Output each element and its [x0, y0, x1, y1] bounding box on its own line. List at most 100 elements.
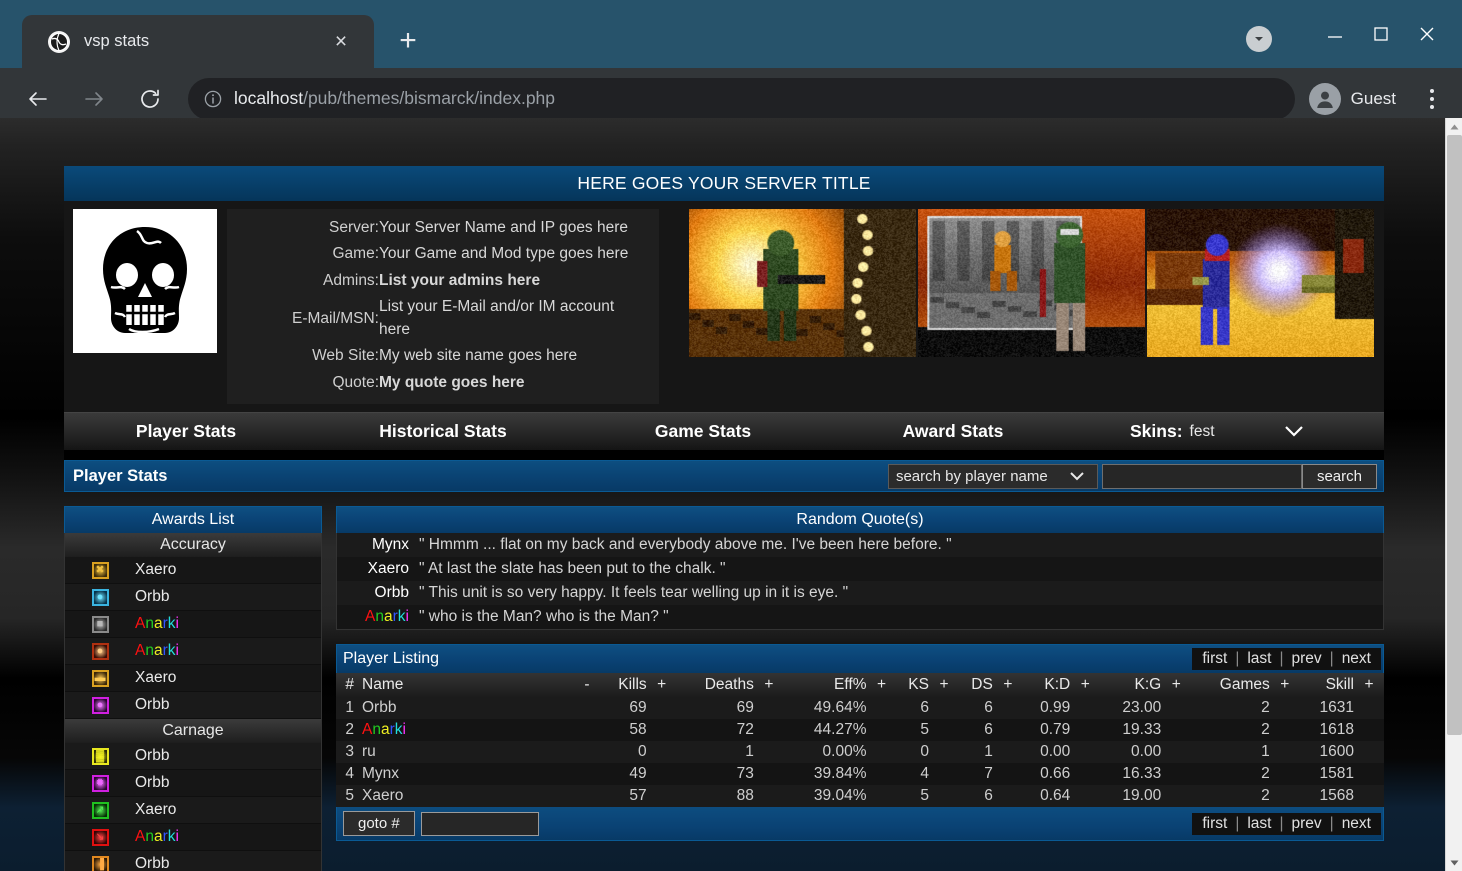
cell-name[interactable]: Mynx [362, 763, 572, 785]
award-player-name: Orbb [135, 696, 169, 714]
award-row[interactable]: ● Anarki [65, 638, 321, 665]
cell-spacer [929, 785, 959, 807]
column-header[interactable]: + [1354, 673, 1384, 697]
goto-input[interactable] [421, 812, 539, 836]
column-header[interactable]: + [647, 673, 677, 697]
table-row[interactable]: 4 Mynx 49 73 39.84% 4 7 0.66 16.33 2 1581 [336, 763, 1384, 785]
pager-link-next[interactable]: next [1342, 650, 1371, 668]
award-row[interactable]: ● Orbb [65, 692, 321, 719]
back-icon[interactable] [16, 77, 60, 121]
award-row[interactable]: ↗ Xaero [65, 797, 321, 824]
skins-value-wrap[interactable]: fest [1190, 423, 1303, 441]
minimize-button[interactable] [1312, 14, 1358, 60]
maximize-button[interactable] [1358, 11, 1404, 57]
award-carnage-bfg-icon: ✹ [65, 775, 135, 792]
skins-value: fest [1190, 423, 1215, 441]
cell-spacer [572, 741, 602, 763]
award-row[interactable]: ■ Anarki [65, 611, 321, 638]
new-tab-button[interactable]: + [388, 21, 428, 61]
column-header[interactable]: + [1270, 673, 1300, 697]
cell-ds: 1 [959, 741, 993, 763]
column-header[interactable]: - [572, 673, 602, 697]
cell-name[interactable]: Xaero [362, 785, 572, 807]
address-bar[interactable]: localhost/pub/themes/bismarck/index.php [188, 78, 1295, 120]
pager-link-prev[interactable]: prev [1292, 650, 1322, 668]
table-row[interactable]: 5 Xaero 57 88 39.04% 5 6 0.64 19.00 2 1568 [336, 785, 1384, 807]
award-row[interactable]: ✖ Xaero [65, 557, 321, 584]
column-header[interactable]: + [929, 673, 959, 697]
browser-tab[interactable]: vsp stats × [22, 15, 374, 68]
column-header[interactable]: Skill [1300, 673, 1354, 697]
column-header[interactable]: Name [362, 673, 572, 697]
cell-kg: 19.00 [1100, 785, 1161, 807]
column-header[interactable]: K:D [1023, 673, 1070, 697]
cell-spacer [1161, 763, 1191, 785]
award-row[interactable]: ↘ Anarki [65, 824, 321, 851]
column-header[interactable]: KS [896, 673, 929, 697]
column-header[interactable]: K:G [1100, 673, 1161, 697]
pager-link-next[interactable]: next [1342, 815, 1371, 833]
column-header[interactable]: # [336, 673, 362, 697]
scrollbar-thumb[interactable] [1447, 135, 1462, 735]
tab-search-icon[interactable] [1246, 26, 1272, 52]
cell-eff: 49.64% [784, 697, 867, 719]
cell-kills: 57 [602, 785, 647, 807]
forward-icon[interactable] [72, 77, 116, 121]
column-header[interactable]: + [1161, 673, 1191, 697]
more-options-icon[interactable] [1412, 77, 1452, 121]
cell-spacer [1070, 719, 1100, 741]
cell-kd: 0.00 [1023, 741, 1070, 763]
site-info-icon[interactable] [204, 90, 222, 108]
award-row[interactable]: ▓ Orbb [65, 743, 321, 770]
column-header[interactable]: Games [1191, 673, 1270, 697]
column-header[interactable]: Kills [602, 673, 647, 697]
cell-spacer [1354, 785, 1384, 807]
column-header[interactable]: + [993, 673, 1023, 697]
scroll-up-icon[interactable] [1446, 118, 1462, 135]
info-value: My quote goes here [379, 370, 647, 396]
award-accuracy-grenade-icon: ▬ [65, 670, 135, 687]
cell-rank: 1 [336, 697, 362, 719]
vertical-scrollbar[interactable] [1445, 118, 1462, 871]
nav-player-stats[interactable]: Player Stats [64, 421, 308, 442]
nav-historical-stats[interactable]: Historical Stats [308, 421, 578, 442]
pager-link-last[interactable]: last [1247, 815, 1271, 833]
reload-icon[interactable] [128, 77, 172, 121]
skins-selector[interactable]: Skins: fest [1130, 421, 1303, 442]
column-header[interactable]: + [1070, 673, 1100, 697]
column-header[interactable]: Eff% [784, 673, 867, 697]
search-type-value: search by player name [896, 468, 1048, 485]
pager-link-first[interactable]: first [1202, 815, 1227, 833]
close-window-button[interactable] [1404, 11, 1450, 57]
cell-name[interactable]: Orbb [362, 697, 572, 719]
profile-button[interactable]: Guest [1305, 78, 1412, 120]
award-row[interactable]: ▬ Xaero [65, 665, 321, 692]
cell-spacer [572, 719, 602, 741]
table-row[interactable]: 2 Anarki 58 72 44.27% 5 6 0.79 19.33 2 1618 [336, 719, 1384, 741]
column-header[interactable]: + [866, 673, 896, 697]
search-button[interactable]: search [1302, 464, 1377, 489]
column-header[interactable]: + [754, 673, 784, 697]
award-row[interactable]: ✹ Orbb [65, 770, 321, 797]
search-input[interactable] [1102, 464, 1302, 489]
award-row[interactable]: ▐ Orbb [65, 851, 321, 871]
tab-strip: vsp stats × + [0, 0, 1462, 68]
goto-button[interactable]: goto # [343, 811, 415, 836]
award-accuracy-gauntlet-icon: ✖ [65, 562, 135, 579]
table-row[interactable]: 1 Orbb 69 69 49.64% 6 6 0.99 23.00 2 1631 [336, 697, 1384, 719]
award-row[interactable]: ● Orbb [65, 584, 321, 611]
close-icon[interactable]: × [326, 27, 356, 57]
nav-game-stats[interactable]: Game Stats [578, 421, 828, 442]
scroll-down-icon[interactable] [1446, 854, 1462, 871]
column-header[interactable]: DS [959, 673, 993, 697]
nav-award-stats[interactable]: Award Stats [828, 421, 1078, 442]
column-header[interactable]: Deaths [677, 673, 754, 697]
table-row[interactable]: 3 ru 0 1 0.00% 0 1 0.00 0.00 1 1600 [336, 741, 1384, 763]
cell-name[interactable]: ru [362, 741, 572, 763]
pager-link-first[interactable]: first [1202, 650, 1227, 668]
search-type-select[interactable]: search by player name [888, 464, 1098, 489]
pager-link-last[interactable]: last [1247, 650, 1271, 668]
pager-link-prev[interactable]: prev [1292, 815, 1322, 833]
pager-separator: | [1235, 650, 1239, 668]
cell-name[interactable]: Anarki [362, 719, 572, 741]
